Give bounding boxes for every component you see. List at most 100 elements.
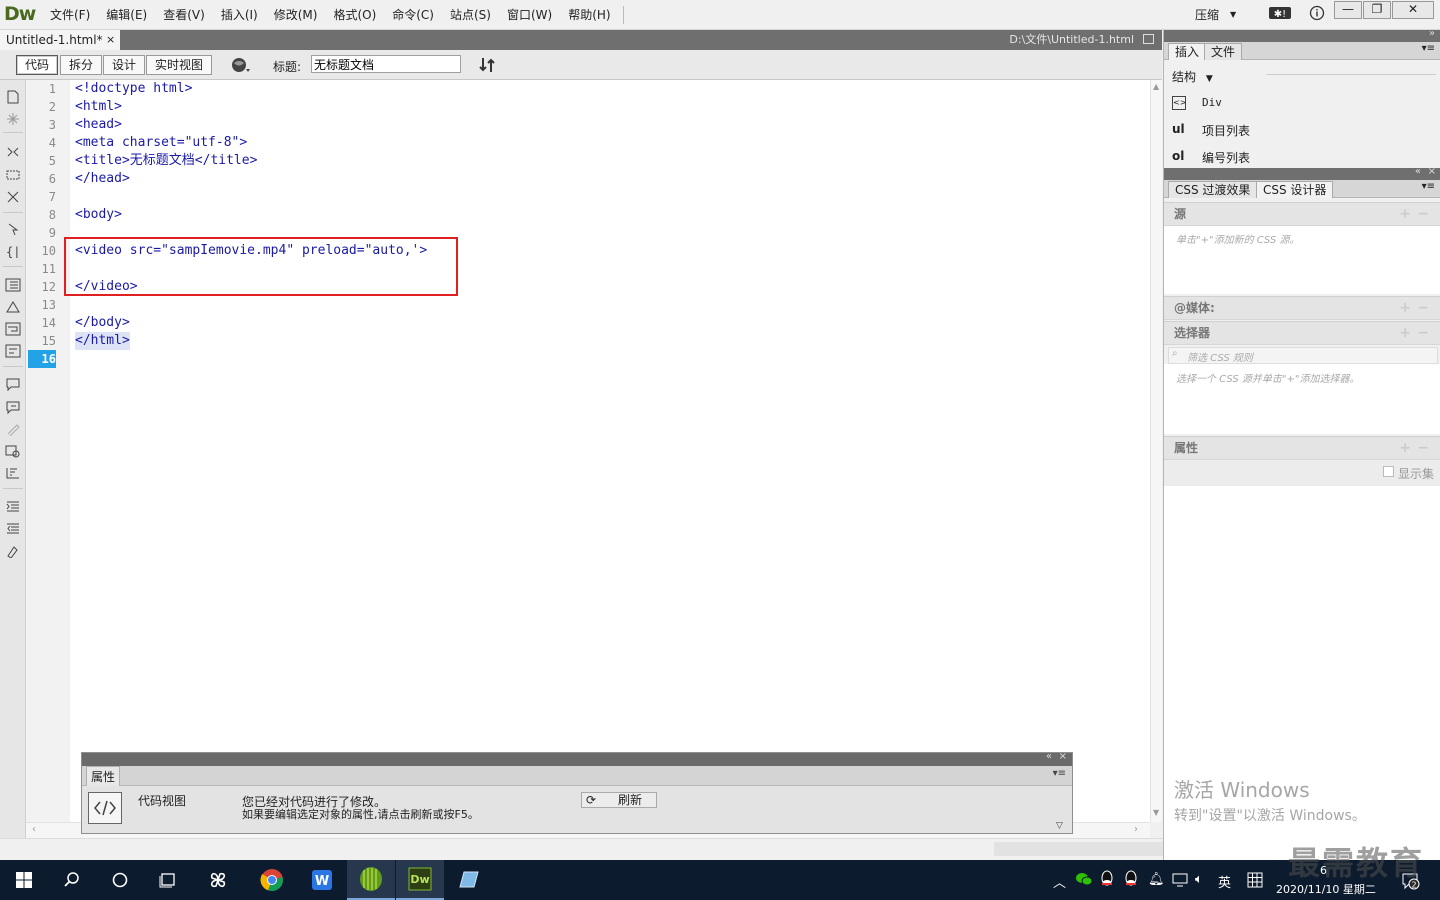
outdent-code-icon[interactable]: [5, 522, 21, 536]
word-wrap-icon[interactable]: [5, 322, 21, 336]
code-line[interactable]: <title>无标题文档</title>: [75, 152, 257, 170]
add-media-button[interactable]: +: [1399, 297, 1411, 319]
live-view-button[interactable]: 实时视图: [146, 55, 213, 75]
selectors-list[interactable]: 选择一个 CSS 源并单击"+"添加选择器。: [1164, 364, 1440, 434]
document-restore-icon[interactable]: [1143, 34, 1154, 44]
search-icon[interactable]: [48, 860, 96, 900]
remove-source-button[interactable]: −: [1417, 203, 1429, 225]
network-icon[interactable]: [1171, 872, 1189, 892]
tab-insert[interactable]: 插入: [1168, 43, 1207, 60]
file-management-icon[interactable]: [478, 56, 498, 77]
format-source-code-icon[interactable]: [5, 544, 21, 559]
show-hidden-icons-icon[interactable]: ︿: [1053, 872, 1066, 891]
collapse-icon[interactable]: »: [1429, 28, 1435, 39]
qq-icon[interactable]: [1099, 870, 1115, 892]
close-icon[interactable]: ×: [1428, 166, 1436, 177]
vertical-scrollbar[interactable]: ▲ ▼: [1150, 80, 1162, 822]
tab-css-transitions[interactable]: CSS 过渡效果: [1168, 181, 1258, 198]
workspace-switcher[interactable]: 压缩: [1195, 6, 1219, 23]
menu-insert[interactable]: 插入(I): [213, 0, 266, 30]
add-property-button[interactable]: +: [1399, 437, 1411, 459]
css-filter-field[interactable]: ⌕ 筛选 CSS 规则: [1168, 347, 1438, 364]
pinwheel-app-icon[interactable]: [194, 860, 242, 900]
menu-modify[interactable]: 修改(M): [266, 0, 326, 30]
menu-edit[interactable]: 编辑(E): [98, 0, 155, 30]
tab-close-icon[interactable]: ×: [106, 30, 115, 50]
wechat-icon[interactable]: [1075, 871, 1093, 891]
qq-icon[interactable]: [1123, 870, 1139, 892]
code-line[interactable]: <meta charset="utf-8">: [75, 134, 247, 152]
syntax-error-alerts-icon[interactable]: [5, 344, 21, 358]
minimize-button[interactable]: —: [1334, 1, 1362, 19]
properties-panel-titlebar[interactable]: « ×: [82, 751, 1072, 766]
cortana-icon[interactable]: [96, 860, 144, 900]
code-line[interactable]: </html>: [75, 332, 130, 350]
insert-item-unordered-list[interactable]: ul 项目列表: [1164, 120, 1440, 144]
scroll-left-icon[interactable]: ‹: [32, 824, 36, 835]
media-app-icon[interactable]: [347, 860, 395, 900]
scroll-right-icon[interactable]: ›: [1134, 824, 1138, 835]
css-sources-list[interactable]: 单击"+"添加新的 CSS 源。: [1164, 226, 1440, 294]
panel-menu-icon[interactable]: ▾≡: [1422, 181, 1435, 192]
panel-menu-icon[interactable]: ▾≡: [1053, 768, 1066, 779]
balance-braces-icon[interactable]: {|}: [5, 244, 28, 259]
indent-code-icon[interactable]: [5, 500, 21, 514]
select-parent-tag-icon[interactable]: [5, 222, 21, 236]
add-source-button[interactable]: +: [1399, 203, 1411, 225]
apply-comment-icon[interactable]: [5, 377, 21, 392]
remove-selector-button[interactable]: −: [1417, 322, 1429, 344]
dreamweaver-taskbar-icon[interactable]: Dw: [396, 860, 444, 900]
move-css-icon[interactable]: [5, 466, 21, 480]
show-set-checkbox[interactable]: [1383, 466, 1394, 477]
menu-format[interactable]: 格式(O): [325, 0, 384, 30]
restore-button[interactable]: ❐: [1363, 1, 1391, 19]
menu-file[interactable]: 文件(F): [42, 0, 98, 30]
document-tab[interactable]: Untitled-1.html*: [0, 30, 120, 50]
recent-snippets-icon[interactable]: [5, 444, 21, 458]
chevron-down-icon[interactable]: ▼: [1230, 10, 1236, 19]
code-line[interactable]: </head>: [75, 170, 130, 188]
chrome-icon[interactable]: [248, 860, 296, 900]
ime-indicator[interactable]: 英: [1218, 872, 1231, 891]
insert-category-dropdown[interactable]: 结构 ▼: [1172, 68, 1213, 85]
task-view-icon[interactable]: [144, 860, 192, 900]
code-editor[interactable]: <!doctype html> <html> <head> <meta char…: [70, 80, 1150, 822]
sync-settings-icon[interactable]: ✱!: [1268, 5, 1292, 23]
menu-commands[interactable]: 命令(C): [384, 0, 442, 30]
windows-start-icon[interactable]: [0, 860, 48, 900]
design-view-button[interactable]: 设计: [103, 55, 146, 75]
css-panel-titlebar[interactable]: « ×: [1164, 166, 1440, 180]
split-view-button[interactable]: 拆分: [60, 55, 103, 75]
code-view-button[interactable]: 代码: [16, 55, 59, 75]
expand-panel-icon[interactable]: ▽: [1056, 821, 1063, 831]
document-title-input[interactable]: [311, 55, 461, 73]
remove-media-button[interactable]: −: [1417, 297, 1429, 319]
insert-panel-titlebar[interactable]: »: [1164, 28, 1440, 42]
close-button[interactable]: ✕: [1392, 1, 1434, 19]
tab-css-designer[interactable]: CSS 设计器: [1256, 181, 1334, 198]
collapse-icon[interactable]: «: [1415, 166, 1421, 177]
line-numbers-icon[interactable]: [5, 278, 21, 292]
collapse-selection-icon[interactable]: [5, 168, 21, 182]
menu-window[interactable]: 窗口(W): [499, 0, 560, 30]
collapse-full-tag-icon[interactable]: [5, 146, 21, 160]
highlight-invalid-code-icon[interactable]: [5, 300, 21, 314]
expand-all-icon[interactable]: [5, 190, 21, 204]
open-documents-icon[interactable]: [5, 90, 21, 104]
notification-bell-icon[interactable]: 🔔︎: [1148, 872, 1165, 887]
collapse-icon[interactable]: «: [1046, 751, 1052, 762]
wps-writer-icon[interactable]: W: [298, 860, 346, 900]
refresh-button[interactable]: ⟳ 刷新: [581, 792, 657, 808]
show-code-navigator-icon[interactable]: [5, 112, 21, 126]
insert-item-div[interactable]: <> Div: [1164, 93, 1440, 117]
tab-properties[interactable]: 属性: [86, 766, 121, 786]
code-line[interactable]: <body>: [75, 206, 122, 224]
code-line[interactable]: <!doctype html>: [75, 80, 192, 98]
info-icon[interactable]: [1305, 5, 1329, 23]
panel-menu-icon[interactable]: ▾≡: [1422, 43, 1435, 54]
menu-help[interactable]: 帮助(H): [560, 0, 618, 30]
notepad-app-icon[interactable]: [444, 860, 492, 900]
add-selector-button[interactable]: +: [1399, 322, 1411, 344]
code-line[interactable]: <head>: [75, 116, 122, 134]
wrap-tag-icon[interactable]: [5, 422, 21, 437]
